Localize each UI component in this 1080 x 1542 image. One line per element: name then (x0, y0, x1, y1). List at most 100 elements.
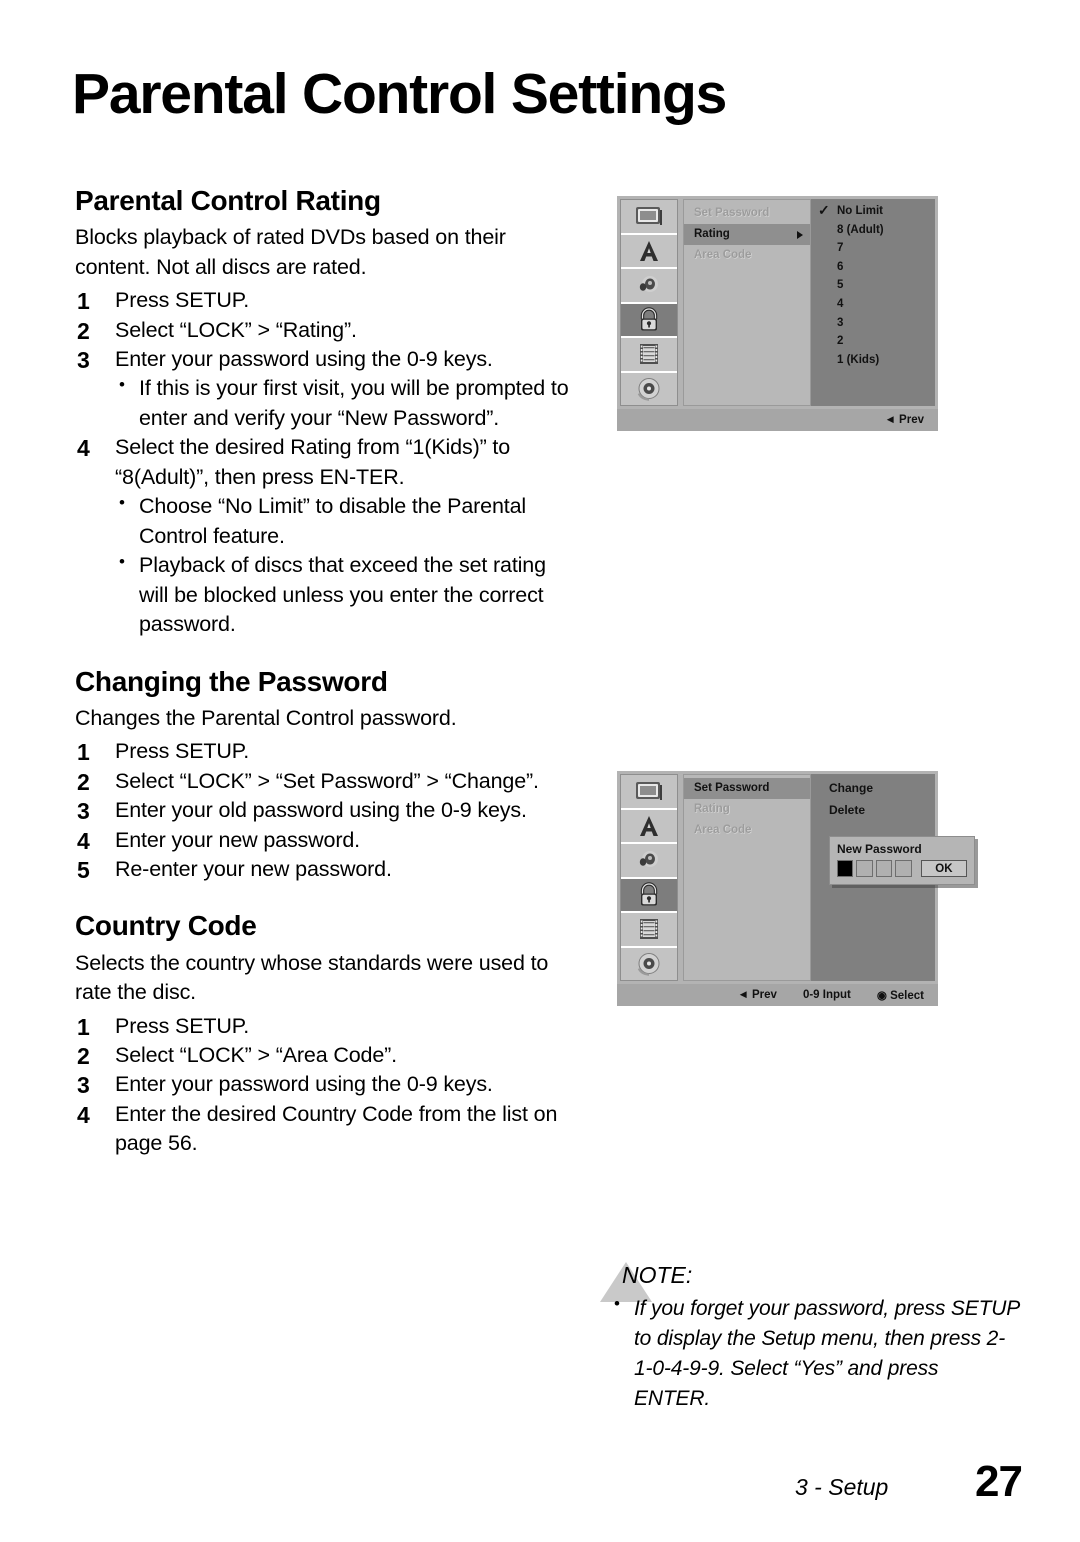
step-number: 2 (77, 1042, 90, 1069)
film-icon[interactable] (621, 338, 677, 373)
note-label: NOTE: (622, 1262, 693, 1288)
osd-screenshot-set-password: Set Password Rating Area Code Change Del… (617, 771, 975, 1006)
step-item: 3 Enter your old password using the 0-9 … (75, 796, 575, 825)
steps-changing-the-password: 1 Press SETUP. 2 Select “LOCK” > “Set Pa… (75, 737, 575, 884)
step-text: Enter the desired Country Code from the … (115, 1101, 558, 1156)
new-password-input-row: OK (837, 860, 968, 877)
sub-bullet-item: Playback of discs that exceed the set ra… (115, 550, 575, 639)
osd-option-change[interactable]: Change (811, 777, 935, 799)
osd-footer-prev[interactable]: ◄ Prev (884, 414, 924, 426)
language-icon[interactable] (621, 235, 677, 269)
osd-menu-item-area-code[interactable]: Area Code (684, 820, 810, 841)
rating-option[interactable]: 6 (811, 258, 935, 277)
option-label: Change (829, 781, 874, 795)
rating-option[interactable]: 8 (Adult) (811, 221, 935, 240)
new-password-dialog: New Password OK (829, 836, 975, 885)
osd-menu-item-set-password[interactable]: Set Password (684, 203, 810, 224)
osd-menu-item-set-password[interactable]: Set Password (684, 778, 810, 799)
osd-rating-options-list: ✓ No Limit 8 (Adult) 7 6 5 4 3 2 1 (Kids… (811, 199, 935, 406)
step-number: 3 (77, 347, 90, 373)
rating-option-label: 1 (Kids) (837, 353, 880, 366)
disc-icon[interactable] (621, 373, 677, 406)
audio-icon[interactable] (621, 844, 677, 879)
rating-option-label: 2 (837, 335, 844, 348)
rating-option[interactable]: 2 (811, 332, 935, 351)
osd-menu-item-rating[interactable]: Rating (684, 224, 810, 245)
sub-bullets: If this is your first visit, you will be… (115, 373, 575, 433)
osd-footer-prev[interactable]: ◄ Prev (737, 989, 777, 1001)
step-number: 4 (77, 827, 90, 854)
osd-option-delete[interactable]: Delete (811, 799, 935, 821)
step-number: 2 (77, 317, 90, 344)
note-items: If you forget your password, press SETUP… (600, 1292, 1020, 1413)
chevron-right-icon (797, 230, 803, 239)
lock-icon[interactable] (621, 878, 677, 913)
section-heading-changing-the-password: Changing the Password (75, 665, 388, 697)
check-icon: ✓ (818, 202, 830, 218)
rating-option[interactable]: 5 (811, 276, 935, 295)
menu-item-label: Set Password (694, 782, 770, 794)
rating-option-label: No Limit (837, 205, 883, 217)
note-block: NOTE: If you forget your password, press… (600, 1262, 1020, 1414)
ok-button[interactable]: OK (920, 860, 968, 877)
step-item: 2 Select “LOCK” > “Set Password” > “Chan… (75, 767, 575, 796)
step-number: 1 (77, 739, 90, 766)
rating-option-label: 4 (837, 297, 844, 310)
footer-section-label: 3 - Setup (795, 1474, 889, 1500)
sub-bullets: Choose “No Limit” to disable the Parenta… (115, 491, 575, 639)
display-icon[interactable] (621, 200, 677, 235)
rating-option-label: 3 (837, 316, 844, 329)
step-number: 5 (77, 856, 90, 883)
rating-option[interactable]: 3 (811, 314, 935, 333)
osd-icon-sidebar (620, 199, 678, 406)
rating-option-label: 6 (837, 260, 844, 273)
step-item: 4 Enter your new password. (75, 826, 575, 855)
step-item: 2 Select “LOCK” > “Rating”. (75, 316, 575, 345)
film-icon[interactable] (621, 913, 677, 948)
step-number: 3 (77, 798, 90, 825)
step-item: 1 Press SETUP. (75, 1012, 575, 1041)
rating-option[interactable]: 1 (Kids) (811, 351, 935, 370)
steps-country-code: 1 Press SETUP. 2 Select “LOCK” > “Area C… (75, 1012, 575, 1159)
step-number: 4 (77, 435, 90, 462)
steps-parental-control-rating: 1 Press SETUP. 2 Select “LOCK” > “Rating… (75, 286, 575, 639)
disc-icon[interactable] (621, 948, 677, 981)
step-number: 1 (77, 288, 90, 315)
footer-page-number: 27 (975, 1457, 1023, 1506)
password-digit-box[interactable] (856, 860, 873, 877)
rating-option[interactable]: 4 (811, 295, 935, 314)
left-text-column: Parental Control Rating Blocks playback … (75, 185, 575, 1159)
menu-item-label: Set Password (694, 207, 770, 219)
step-text: Enter your password using the 0-9 keys. (115, 1072, 493, 1097)
rating-option[interactable]: ✓ No Limit (811, 202, 935, 221)
rating-option-label: 7 (837, 242, 844, 255)
menu-item-label: Area Code (694, 249, 752, 261)
note-item: If you forget your password, press SETUP… (600, 1292, 1020, 1413)
osd-menu-item-area-code[interactable]: Area Code (684, 245, 810, 266)
display-icon[interactable] (621, 775, 677, 810)
step-number: 1 (77, 1013, 90, 1040)
step-text: Select the desired Rating from “1(Kids)”… (115, 435, 511, 489)
language-icon[interactable] (621, 810, 677, 844)
lock-icon[interactable] (621, 303, 677, 338)
password-digit-box[interactable] (895, 860, 912, 877)
osd-footer-bar: ◄ Prev 0-9 Input ◉ Select (617, 984, 938, 1006)
password-digit-box[interactable] (837, 860, 854, 877)
step-item: 4 Enter the desired Country Code from th… (75, 1100, 575, 1159)
sub-bullet-item: Choose “No Limit” to disable the Parenta… (115, 491, 575, 551)
section-intro-changing-the-password: Changes the Parental Control password. (75, 705, 457, 730)
password-digit-box[interactable] (875, 860, 893, 877)
osd-footer-bar: ◄ Prev (617, 409, 938, 431)
step-item: 3 Enter your password using the 0-9 keys… (75, 345, 575, 433)
step-item: 1 Press SETUP. (75, 286, 575, 315)
step-number: 2 (77, 768, 90, 795)
step-item: 2 Select “LOCK” > “Area Code”. (75, 1041, 575, 1070)
osd-body: Set Password Rating Area Code Change Del… (617, 771, 975, 984)
section-heading-parental-control-rating: Parental Control Rating (75, 185, 381, 216)
osd-footer-select[interactable]: ◉ Select (877, 988, 924, 1002)
audio-icon[interactable] (621, 269, 677, 304)
osd-menu-item-rating[interactable]: Rating (684, 799, 810, 820)
rating-option[interactable]: 7 (811, 239, 935, 258)
step-number: 3 (77, 1072, 90, 1099)
osd-footer-input-hint: 0-9 Input (802, 989, 851, 1001)
